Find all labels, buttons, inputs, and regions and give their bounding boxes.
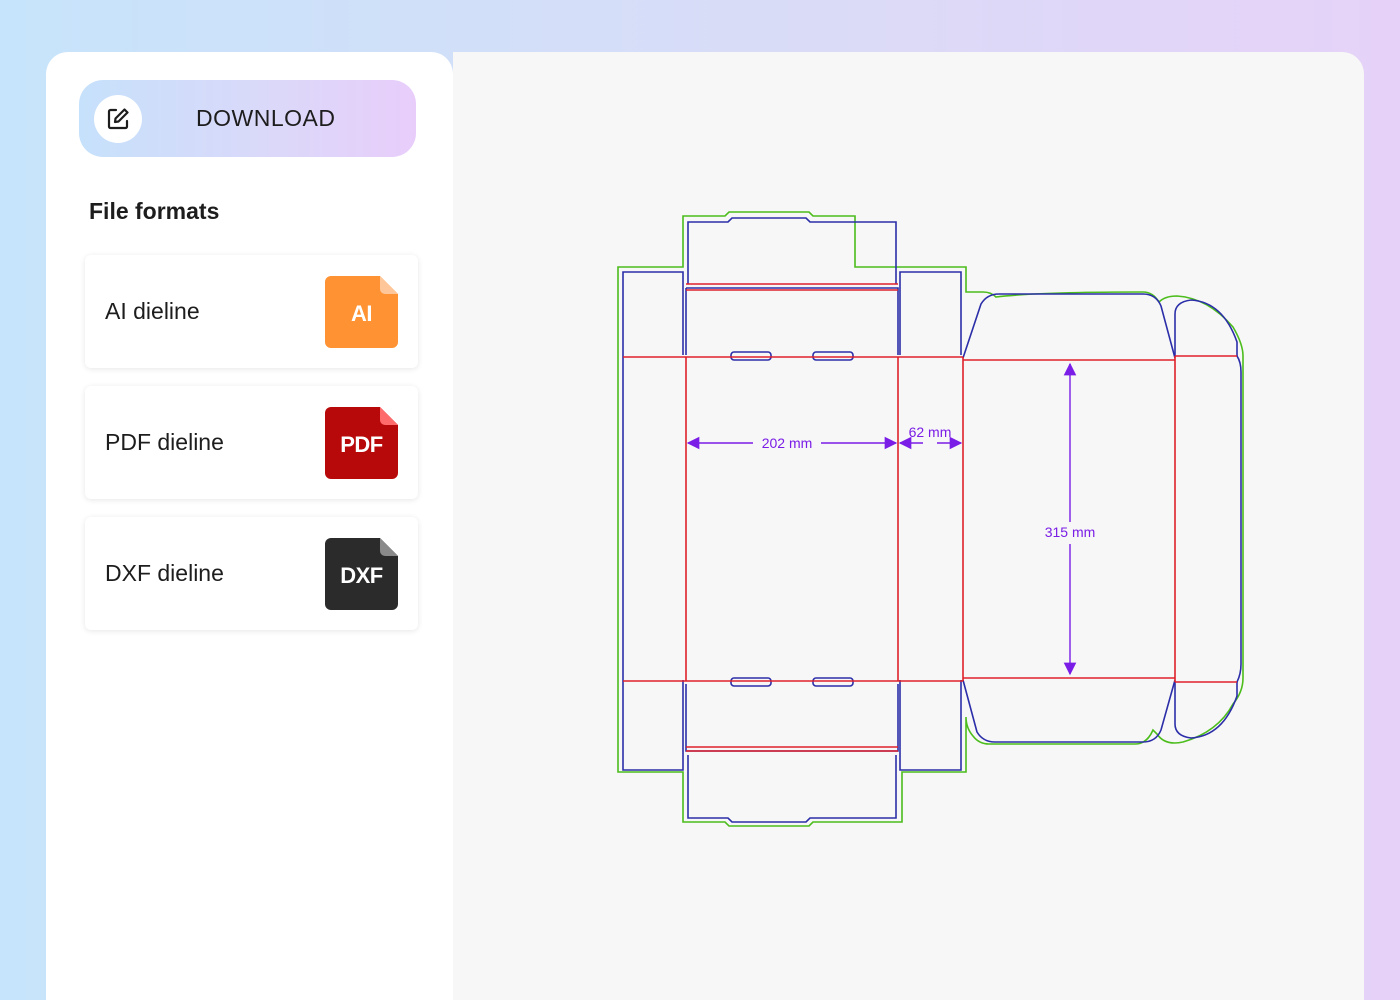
dimension-lines	[686, 362, 1077, 676]
pdf-dieline-card[interactable]: PDF dieline PDF	[85, 386, 418, 499]
depth-dimension: 62 mm	[909, 424, 952, 440]
file-badge-text: AI	[351, 301, 373, 326]
bleed-outline	[617, 211, 1244, 827]
dxf-file-icon: DXF	[325, 538, 398, 610]
pdf-file-icon: PDF	[325, 407, 398, 479]
download-label: DOWNLOAD	[196, 105, 336, 131]
dxf-dieline-card[interactable]: DXF dieline DXF	[85, 517, 418, 630]
file-badge-text: DXF	[340, 563, 383, 588]
box-dieline: 202 mm 62 mm 315 mm	[617, 211, 1244, 827]
format-label: DXF dieline	[105, 560, 224, 586]
crease-lines	[623, 283, 1237, 752]
length-dimension: 315 mm	[1045, 524, 1096, 540]
format-label: AI dieline	[105, 298, 200, 324]
download-button[interactable]: DOWNLOAD	[79, 80, 416, 157]
file-badge-text: PDF	[340, 432, 383, 457]
edit-square-icon	[94, 95, 142, 143]
ai-file-icon: AI	[325, 276, 398, 348]
cut-lines	[622, 217, 1242, 823]
ai-dieline-card[interactable]: AI dieline AI	[85, 255, 418, 368]
format-label: PDF dieline	[105, 429, 224, 455]
sidebar: DOWNLOAD File formats AI dieline AI PDF …	[46, 52, 453, 1000]
dieline-canvas: 202 mm 62 mm 315 mm	[453, 52, 1364, 1000]
section-title: File formats	[89, 198, 220, 224]
width-dimension: 202 mm	[762, 435, 813, 451]
